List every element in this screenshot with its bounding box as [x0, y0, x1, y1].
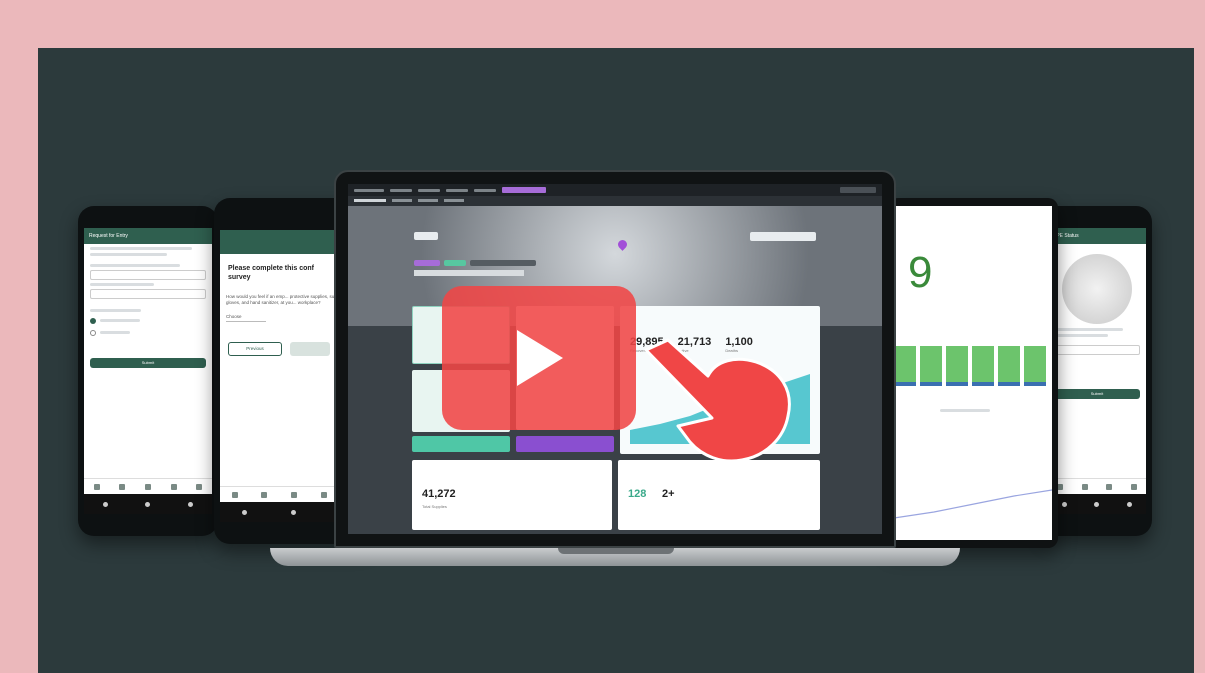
location-title	[414, 270, 524, 276]
android-nav	[1048, 494, 1146, 514]
android-nav	[84, 494, 212, 514]
mask-image	[1062, 254, 1132, 324]
phone-tabbar	[84, 478, 212, 494]
card-ppe-inventory: 41,272 Total Supplies	[412, 460, 612, 530]
phone-ppe-status: PPE Status Submit	[1042, 206, 1152, 536]
card-available-capacity: 128 2+	[618, 460, 820, 530]
back-button[interactable]	[414, 232, 438, 240]
tablet-dashboard: 9	[888, 198, 1058, 548]
tablet-bar-chart	[894, 346, 1046, 386]
phone-screen: PPE Status Submit	[1048, 228, 1146, 494]
app-topnav	[348, 184, 882, 196]
tablet-line-chart	[894, 489, 1052, 519]
play-button[interactable]	[442, 286, 636, 430]
ppe-label: Total Supplies	[422, 504, 447, 509]
phone-screen: Request for Entry Submit	[84, 228, 212, 494]
submit-button[interactable]: Submit	[90, 358, 206, 368]
pointing-hand-cursor-icon	[644, 338, 791, 463]
tablet-screen: 9	[894, 206, 1052, 540]
ppe-value: 41,272	[422, 488, 456, 500]
app-subnav	[348, 196, 882, 206]
previous-button[interactable]: Previous	[228, 342, 282, 357]
view-details-button[interactable]	[516, 436, 614, 452]
video-player[interactable]: Request for Entry Submit Please complete…	[38, 48, 1194, 673]
play-icon	[517, 330, 563, 386]
capacity-value: 128	[628, 488, 647, 500]
phone-request-entry: Request for Entry Submit	[78, 206, 218, 536]
phone-header: PPE Status	[1048, 228, 1146, 244]
laptop-notch	[558, 548, 674, 554]
phone-tabbar	[1048, 478, 1146, 494]
tablet-big-number: 9	[908, 248, 933, 297]
phone-header-title: Request for Entry	[89, 233, 128, 239]
capacity-second-value: 2+	[662, 488, 675, 500]
phone-header: Request for Entry	[84, 228, 212, 244]
next-button[interactable]	[290, 342, 330, 357]
view-all-button[interactable]	[750, 232, 816, 241]
page-frame: Request for Entry Submit Please complete…	[0, 0, 1205, 673]
survey-select[interactable]: Choose	[226, 313, 266, 323]
submit-button[interactable]: Submit	[1054, 389, 1140, 399]
view-location-button[interactable]	[412, 436, 510, 452]
